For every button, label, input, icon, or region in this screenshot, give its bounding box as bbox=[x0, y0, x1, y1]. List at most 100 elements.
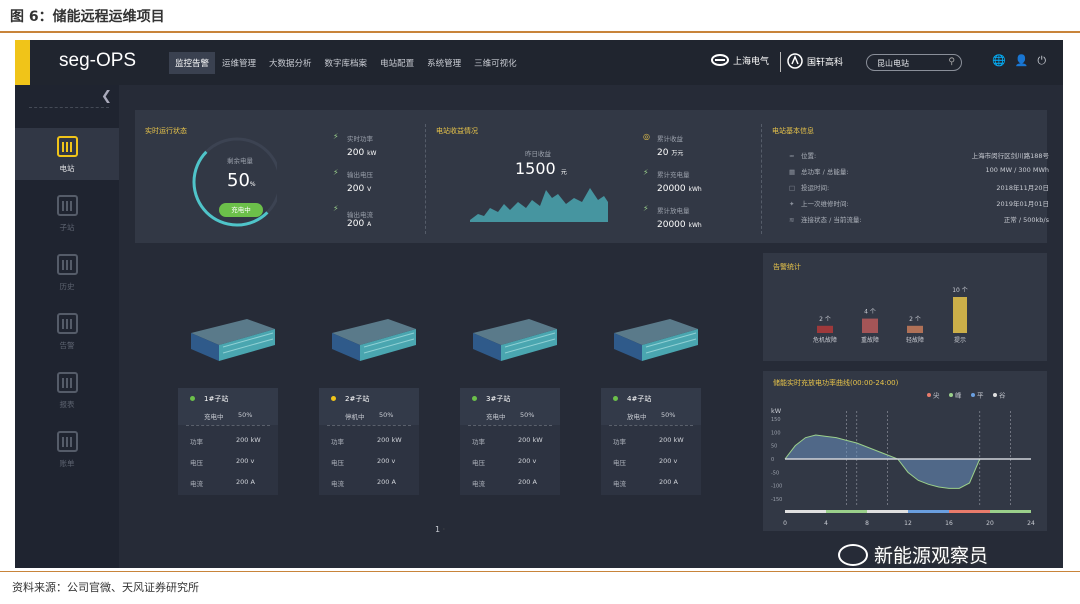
soc-label: 剩余电量 bbox=[227, 157, 253, 165]
nav-item-system[interactable]: 系统管理 bbox=[427, 57, 461, 69]
nav-item-ops[interactable]: 运维管理 bbox=[222, 57, 256, 69]
power-value: 200 kW bbox=[347, 148, 376, 158]
power-label: 功率 bbox=[331, 438, 344, 446]
user-icon[interactable]: 👤 bbox=[1015, 54, 1029, 68]
substation-card[interactable]: 1#子站 充电中 50% 功率 200 kW 电压 200 v 电流 200 A bbox=[178, 388, 278, 495]
power-number: 200 bbox=[347, 148, 365, 158]
substation-card[interactable]: 4#子站 放电中 50% 功率 200 kW 电压 200 v 电流 200 A bbox=[601, 388, 701, 495]
alarm-value-label: 4 个 bbox=[864, 309, 876, 316]
voltage-value: 200 V bbox=[347, 184, 371, 194]
figure-rule bbox=[0, 31, 1080, 33]
x-tick-label: 16 bbox=[945, 520, 953, 527]
sidebar-item-substation[interactable]: 子站 bbox=[15, 187, 119, 239]
power-curve-chart: 尖 峰 平 谷 kW 150 100 50 0 -50 -100 -150 0 4 8 12 16 20 24 bbox=[771, 391, 1035, 528]
bolt-icon: ⚡ bbox=[333, 132, 339, 141]
logo-accent bbox=[15, 40, 30, 85]
sidebar-item-billing[interactable]: 账单 bbox=[15, 423, 119, 475]
discharge-total-number: 20000 bbox=[657, 220, 686, 230]
y-tick-label: 0 bbox=[771, 457, 774, 463]
total-revenue-unit: 万元 bbox=[671, 150, 684, 157]
current-label: 电流 bbox=[613, 480, 626, 488]
substation-status: 停机中 bbox=[345, 413, 365, 421]
info-value: 正常 / 500kb/s bbox=[1003, 216, 1049, 224]
legend-label: 峰 bbox=[955, 391, 962, 400]
pager[interactable]: 1 · bbox=[435, 525, 445, 534]
y-tick-label: -50 bbox=[771, 470, 779, 476]
substation-status: 充电中 bbox=[204, 413, 224, 421]
info-label: 总功率 / 总能量: bbox=[801, 168, 849, 176]
alarm-value-label: 10 个 bbox=[952, 287, 968, 294]
collapse-icon[interactable]: ❮ bbox=[101, 89, 112, 104]
nav-item-archive[interactable]: 数字库档案 bbox=[325, 57, 368, 69]
alarm-category-label: 危机故障 bbox=[813, 336, 837, 344]
voltage-unit: V bbox=[367, 186, 372, 193]
signal-icon: ≋ bbox=[789, 216, 795, 224]
site-search-input[interactable]: 昆山电站 ⚲ bbox=[866, 54, 962, 71]
current-unit: A bbox=[367, 221, 372, 228]
footer-rule bbox=[0, 571, 1080, 572]
current-label: 电流 bbox=[331, 480, 344, 488]
nav-item-monitor[interactable]: 监控告警 bbox=[169, 51, 216, 74]
current-value: 200 A bbox=[236, 478, 255, 486]
status-dot bbox=[331, 396, 336, 401]
alarm-category-label: 提示 bbox=[954, 336, 966, 344]
substation-name: 2#子站 bbox=[345, 395, 370, 403]
legend-dot bbox=[927, 393, 931, 397]
page-next[interactable]: · bbox=[443, 525, 446, 534]
calendar-icon: □ bbox=[789, 184, 796, 192]
power-value: 200 kW bbox=[518, 436, 543, 444]
total-revenue-label: 累计收益 bbox=[657, 135, 683, 143]
sidebar-item-station[interactable]: 电站 bbox=[15, 128, 119, 180]
yesterday-unit: 元 bbox=[560, 169, 567, 176]
discharge-total-unit: kWh bbox=[688, 222, 702, 229]
y-tick-label: -150 bbox=[771, 497, 782, 503]
voltage-label: 电压 bbox=[472, 459, 485, 467]
calendar-icon bbox=[56, 254, 78, 275]
power-icon[interactable]: ⏻ bbox=[1037, 54, 1046, 68]
sidebar-item-label: 子站 bbox=[59, 223, 75, 232]
nav-item-bigdata[interactable]: 大数据分析 bbox=[269, 57, 312, 69]
current-value: 200 A bbox=[347, 219, 371, 229]
sidebar-item-label: 报表 bbox=[59, 400, 75, 409]
top-bar: seg-OPS 监控告警 运维管理 大数据分析 数字库档案 电站配置 系统管理 … bbox=[15, 40, 1063, 85]
x-tick-label: 24 bbox=[1027, 520, 1035, 527]
alarm-category-label: 重故障 bbox=[861, 336, 879, 344]
legend-dot bbox=[949, 393, 953, 397]
globe-icon[interactable]: 🌐 bbox=[992, 54, 1006, 68]
brand-shanghai-electric: 上海电气 bbox=[711, 53, 769, 67]
total-revenue-number: 20 bbox=[657, 148, 669, 158]
page-number[interactable]: 1 bbox=[435, 525, 440, 534]
sidebar-item-report[interactable]: 报表 bbox=[15, 364, 119, 416]
power-value: 200 kW bbox=[236, 436, 261, 444]
power-unit: kW bbox=[367, 150, 377, 157]
substation-card[interactable]: 2#子站 停机中 50% 功率 200 kW 电压 200 v 电流 200 A bbox=[319, 388, 419, 495]
search-icon[interactable]: ⚲ bbox=[948, 57, 955, 67]
sidebar-item-label: 电站 bbox=[59, 164, 75, 173]
container-icon bbox=[614, 319, 698, 361]
alarm-category-label: 轻故障 bbox=[906, 336, 924, 344]
x-tick-label: 8 bbox=[865, 520, 869, 527]
soc-number: 50 bbox=[227, 170, 250, 191]
voltage-label: 电压 bbox=[190, 459, 203, 467]
nav-item-3d[interactable]: 三维可视化 bbox=[474, 57, 517, 69]
app-logo[interactable]: seg-OPS bbox=[59, 50, 136, 72]
substation-soc: 50% bbox=[238, 411, 253, 419]
info-row-maintenance: ✦ 上一次维修时间: 2019年01月01日 bbox=[789, 198, 1049, 208]
power-area bbox=[785, 435, 1031, 489]
y-tick-label: -100 bbox=[771, 484, 782, 490]
sidebar-item-alarm[interactable]: 告警 bbox=[15, 305, 119, 357]
bolt-icon: ⚡ bbox=[333, 204, 339, 213]
substation-card[interactable]: 3#子站 充电中 50% 功率 200 kW 电压 200 v 电流 200 A bbox=[460, 388, 560, 495]
tariff-band bbox=[990, 510, 1031, 513]
voltage-value: 200 v bbox=[377, 457, 396, 465]
realtime-title: 实时运行状态 bbox=[145, 127, 187, 135]
substation-name: 1#子站 bbox=[204, 395, 229, 403]
power-label: 实时功率 bbox=[347, 135, 373, 143]
info-value: 2018年11月20日 bbox=[996, 184, 1049, 192]
current-label: 输出电流 bbox=[347, 211, 373, 219]
legend-label: 平 bbox=[977, 392, 984, 400]
nav-item-config[interactable]: 电站配置 bbox=[380, 57, 414, 69]
brand1-label: 上海电气 bbox=[733, 56, 770, 67]
sidebar-item-history[interactable]: 历史 bbox=[15, 246, 119, 298]
discharge-total-label: 累计放电量 bbox=[657, 207, 690, 215]
